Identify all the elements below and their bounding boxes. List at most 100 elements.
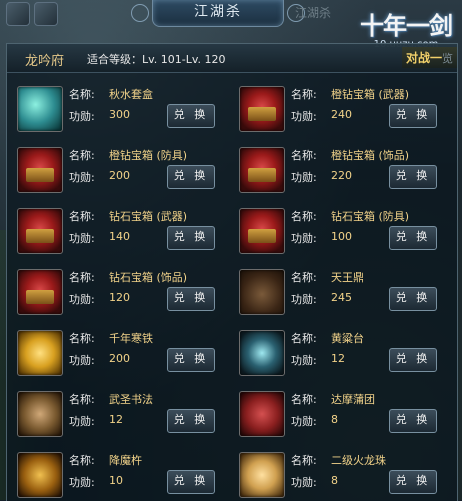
exchange-button[interactable]: 兑 换 (389, 348, 437, 372)
merit-label: 功勋: (291, 232, 317, 245)
exchange-item: 名称: 降魔杵 功勋: 10 兑 换 (7, 440, 227, 500)
exchange-item: 名称: 橙钻宝箱 (武器) 功勋: 240 兑 换 (229, 74, 449, 134)
exchange-item: 名称: 达摩蒲团 功勋: 8 兑 换 (229, 379, 449, 439)
item-name: 橙钻宝箱 (饰品) (331, 149, 410, 162)
chest-icon (17, 269, 63, 315)
chest-icon (17, 147, 63, 193)
box-icon (17, 86, 63, 132)
name-label: 名称: (291, 210, 317, 223)
item-merit: 12 (109, 413, 123, 426)
item-name: 钻石宝箱 (饰品) (109, 271, 188, 284)
exchange-button[interactable]: 兑 换 (389, 165, 437, 189)
exchange-button[interactable]: 兑 换 (389, 104, 437, 128)
merit-label: 功勋: (69, 415, 95, 428)
panel-header: 龙吟府 适合等级：Lv. 101-Lv. 120 对战一览 (7, 44, 457, 73)
altar-icon (239, 330, 285, 376)
name-label: 名称: (69, 271, 95, 284)
exchange-button[interactable]: 兑 换 (389, 287, 437, 311)
name-label: 名称: (69, 393, 95, 406)
name-label: 名称: (69, 88, 95, 101)
chest-icon (239, 147, 285, 193)
exchange-button[interactable]: 兑 换 (167, 287, 215, 311)
ghost-tab: 江湖杀 (295, 6, 332, 20)
item-name: 橙钻宝箱 (防具) (109, 149, 188, 162)
exchange-button[interactable]: 兑 换 (167, 348, 215, 372)
level-label: 适合等级： (87, 53, 142, 66)
item-merit: 10 (109, 474, 123, 487)
item-name: 钻石宝箱 (武器) (109, 210, 188, 223)
item-merit: 12 (331, 352, 345, 365)
exchange-item: 名称: 橙钻宝箱 (防具) 功勋: 200 兑 换 (7, 135, 227, 195)
item-name: 千年寒铁 (109, 332, 153, 345)
item-merit: 140 (109, 230, 130, 243)
name-label: 名称: (291, 332, 317, 345)
merit-label: 功勋: (69, 354, 95, 367)
item-name: 秋水套盒 (109, 88, 153, 101)
battle-overview-label: 对战一 (405, 51, 442, 65)
merit-label: 功勋: (291, 171, 317, 184)
item-merit: 120 (109, 291, 130, 304)
name-label: 名称: (291, 149, 317, 162)
chest-icon (239, 86, 285, 132)
menu-icon[interactable] (6, 2, 30, 26)
exchange-button[interactable]: 兑 换 (389, 470, 437, 494)
logo-text: 十年一剑 (360, 11, 453, 40)
exchange-item: 名称: 橙钻宝箱 (饰品) 功勋: 220 兑 换 (229, 135, 449, 195)
name-label: 名称: (291, 271, 317, 284)
battle-overview-button[interactable]: 对战一览 (401, 47, 457, 68)
cushion-icon (239, 391, 285, 437)
location-name: 龙吟府 (25, 54, 65, 69)
exchange-button[interactable]: 兑 换 (167, 226, 215, 250)
exchange-item: 名称: 钻石宝箱 (武器) 功勋: 140 兑 换 (7, 196, 227, 256)
item-merit: 200 (109, 169, 130, 182)
exchange-button[interactable]: 兑 换 (389, 226, 437, 250)
item-merit: 240 (331, 108, 352, 121)
merit-label: 功勋: (291, 415, 317, 428)
item-name: 天王鼎 (331, 271, 364, 284)
chest-icon (239, 208, 285, 254)
merit-label: 功勋: (69, 171, 95, 184)
exchange-panel: 龙吟府 适合等级：Lv. 101-Lv. 120 对战一览 名称: 秋水套盒 功… (6, 43, 458, 501)
item-merit: 200 (109, 352, 130, 365)
chest-icon (17, 208, 63, 254)
merit-label: 功勋: (291, 293, 317, 306)
settings-icon[interactable] (34, 2, 58, 26)
exchange-button[interactable]: 兑 换 (167, 470, 215, 494)
exchange-item: 名称: 武圣书法 功勋: 12 兑 换 (7, 379, 227, 439)
name-label: 名称: (69, 210, 95, 223)
name-label: 名称: (291, 454, 317, 467)
battle-overview-suffix: 览 (442, 52, 453, 65)
pearl-icon (239, 452, 285, 498)
exchange-button[interactable]: 兑 换 (167, 165, 215, 189)
exchange-button[interactable]: 兑 换 (167, 409, 215, 433)
exchange-button[interactable]: 兑 换 (167, 104, 215, 128)
exchange-item: 名称: 钻石宝箱 (防具) 功勋: 100 兑 换 (229, 196, 449, 256)
merit-label: 功勋: (291, 354, 317, 367)
name-label: 名称: (69, 454, 95, 467)
exchange-item: 名称: 秋水套盒 功勋: 300 兑 换 (7, 74, 227, 134)
item-merit: 100 (331, 230, 352, 243)
item-merit: 8 (331, 474, 338, 487)
exchange-item: 名称: 钻石宝箱 (饰品) 功勋: 120 兑 换 (7, 257, 227, 317)
item-merit: 245 (331, 291, 352, 304)
merit-label: 功勋: (69, 293, 95, 306)
exchange-item: 名称: 千年寒铁 功勋: 200 兑 换 (7, 318, 227, 378)
exchange-button[interactable]: 兑 换 (389, 409, 437, 433)
ding-icon (239, 269, 285, 315)
merit-label: 功勋: (69, 232, 95, 245)
name-label: 名称: (291, 393, 317, 406)
name-label: 名称: (69, 332, 95, 345)
exchange-item: 名称: 二级火龙珠 功勋: 8 兑 换 (229, 440, 449, 500)
item-name: 二级火龙珠 (331, 454, 386, 467)
pestle-icon (17, 452, 63, 498)
window-title: 江湖杀 (131, 0, 305, 27)
level-range: Lv. 101-Lv. 120 (142, 53, 226, 66)
merit-label: 功勋: (69, 110, 95, 123)
merit-label: 功勋: (69, 476, 95, 489)
exchange-item: 名称: 天王鼎 功勋: 245 兑 换 (229, 257, 449, 317)
item-name: 降魔杵 (109, 454, 142, 467)
item-merit: 300 (109, 108, 130, 121)
item-merit: 8 (331, 413, 338, 426)
name-label: 名称: (69, 149, 95, 162)
level-requirement: 适合等级：Lv. 101-Lv. 120 (87, 51, 226, 67)
